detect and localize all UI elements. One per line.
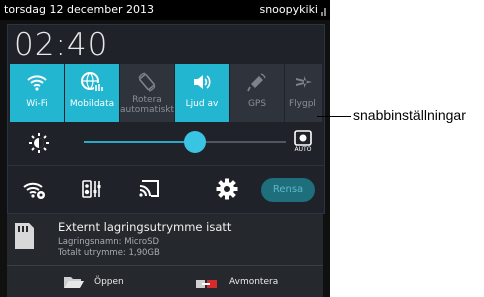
status-bar: torsdag 12 december 2013 snoopykiki xyxy=(0,0,330,20)
tile-airplane[interactable]: Flygpl xyxy=(285,64,322,122)
tile-mobile-data[interactable]: Mobildata xyxy=(65,64,119,122)
notification-line1: Lagringsnamn: MicroSD xyxy=(58,237,160,247)
screen-cast-icon[interactable] xyxy=(136,176,164,202)
wifi-settings-icon[interactable] xyxy=(20,176,48,202)
tile-sound[interactable]: Ljud av xyxy=(175,64,229,122)
tile-label-line2: automatiskt xyxy=(120,105,174,115)
unmount-icon xyxy=(196,277,218,297)
mobile-data-icon xyxy=(65,72,119,92)
status-date: torsdag 12 december 2013 xyxy=(4,3,155,16)
clock: 02:40 xyxy=(14,27,109,63)
status-user[interactable]: snoopykiki xyxy=(259,0,318,20)
tile-label-line1: Rotera xyxy=(132,95,162,105)
gps-icon xyxy=(230,72,284,92)
callout-label: snabbinställningar xyxy=(353,107,466,123)
quick-actions-row: Rensa xyxy=(8,165,324,212)
sd-card-icon xyxy=(13,222,35,250)
tile-label: Ljud av xyxy=(185,99,219,109)
tile-label: Flygpl xyxy=(289,99,316,109)
rotate-icon xyxy=(120,72,174,92)
quick-settings-tiles: Wi-Fi Mobildata Rotera automatiskt Ljud … xyxy=(10,64,322,122)
airplane-icon xyxy=(285,72,322,92)
equalizer-icon[interactable] xyxy=(78,176,106,202)
brightness-slider-track[interactable] xyxy=(194,141,286,143)
tile-label: Wi-Fi xyxy=(26,99,48,109)
brightness-slider-thumb[interactable] xyxy=(184,131,206,153)
notification-line2: Totalt utrymme: 1,90GB xyxy=(58,248,160,258)
auto-label: AUTO xyxy=(294,146,312,153)
volume-icon xyxy=(175,72,229,92)
signal-icon xyxy=(321,6,327,16)
quick-settings-panel: 02:40 Wi-Fi Mobildata Rotera automatiskt… xyxy=(7,24,325,214)
folder-icon xyxy=(63,275,85,297)
auto-brightness-icon[interactable]: AUTO xyxy=(292,130,314,154)
divider xyxy=(7,265,323,266)
clear-button[interactable]: Rensa xyxy=(261,178,315,202)
notification-title: Externt lagringsutrymme isatt xyxy=(58,220,232,234)
unmount-label: Avmontera xyxy=(229,277,279,287)
tablet-screen: torsdag 12 december 2013 snoopykiki 02:4… xyxy=(0,0,330,297)
tile-wifi[interactable]: Wi-Fi xyxy=(10,64,64,122)
storage-notification[interactable]: Externt lagringsutrymme isatt Lagringsna… xyxy=(7,214,323,297)
tile-label: GPS xyxy=(247,99,267,109)
tile-rotate[interactable]: Rotera automatiskt xyxy=(120,64,174,122)
tile-gps[interactable]: GPS xyxy=(230,64,284,122)
brightness-slider-fill xyxy=(84,141,194,143)
callout-line xyxy=(317,116,351,117)
brightness-icon xyxy=(28,132,50,158)
open-label: Öppen xyxy=(94,277,124,287)
settings-gear-icon[interactable] xyxy=(213,176,241,202)
wifi-icon xyxy=(10,72,64,92)
tile-label: Mobildata xyxy=(69,99,115,109)
brightness-row: AUTO xyxy=(8,124,324,160)
